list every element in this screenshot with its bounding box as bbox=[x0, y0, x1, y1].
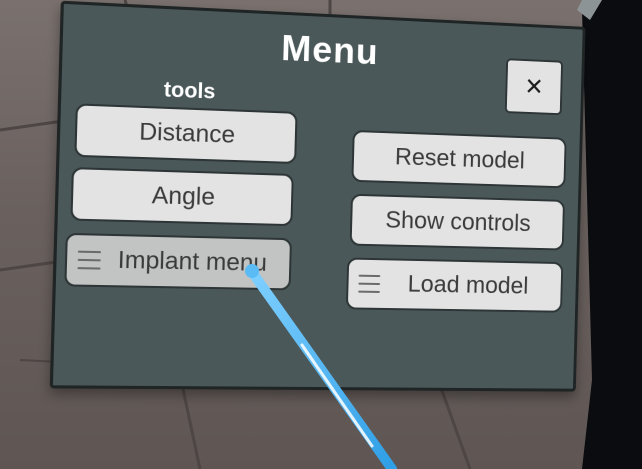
angle-button[interactable]: Angle bbox=[70, 167, 294, 227]
implant-menu-button-label: Implant menu bbox=[117, 246, 268, 277]
close-icon: ✕ bbox=[524, 72, 544, 101]
show-controls-button[interactable]: Show controls bbox=[349, 193, 565, 251]
angle-button-label: Angle bbox=[151, 181, 216, 212]
implant-menu-button[interactable]: Implant menu bbox=[64, 232, 293, 291]
menu-panel: Menu ✕ tools Distance Angle Implant menu… bbox=[49, 0, 586, 392]
show-controls-button-label: Show controls bbox=[385, 206, 532, 238]
hamburger-icon bbox=[77, 250, 102, 270]
distance-button[interactable]: Distance bbox=[74, 103, 298, 165]
load-model-button[interactable]: Load model bbox=[345, 257, 564, 313]
tools-section-label: tools bbox=[163, 78, 216, 104]
load-model-button-label: Load model bbox=[407, 270, 529, 300]
close-button[interactable]: ✕ bbox=[504, 58, 564, 116]
reset-model-button[interactable]: Reset model bbox=[351, 129, 567, 189]
menu-title: Menu bbox=[280, 26, 380, 73]
reset-model-button-label: Reset model bbox=[394, 143, 526, 175]
distance-button-label: Distance bbox=[138, 118, 236, 149]
hamburger-icon bbox=[358, 274, 381, 293]
